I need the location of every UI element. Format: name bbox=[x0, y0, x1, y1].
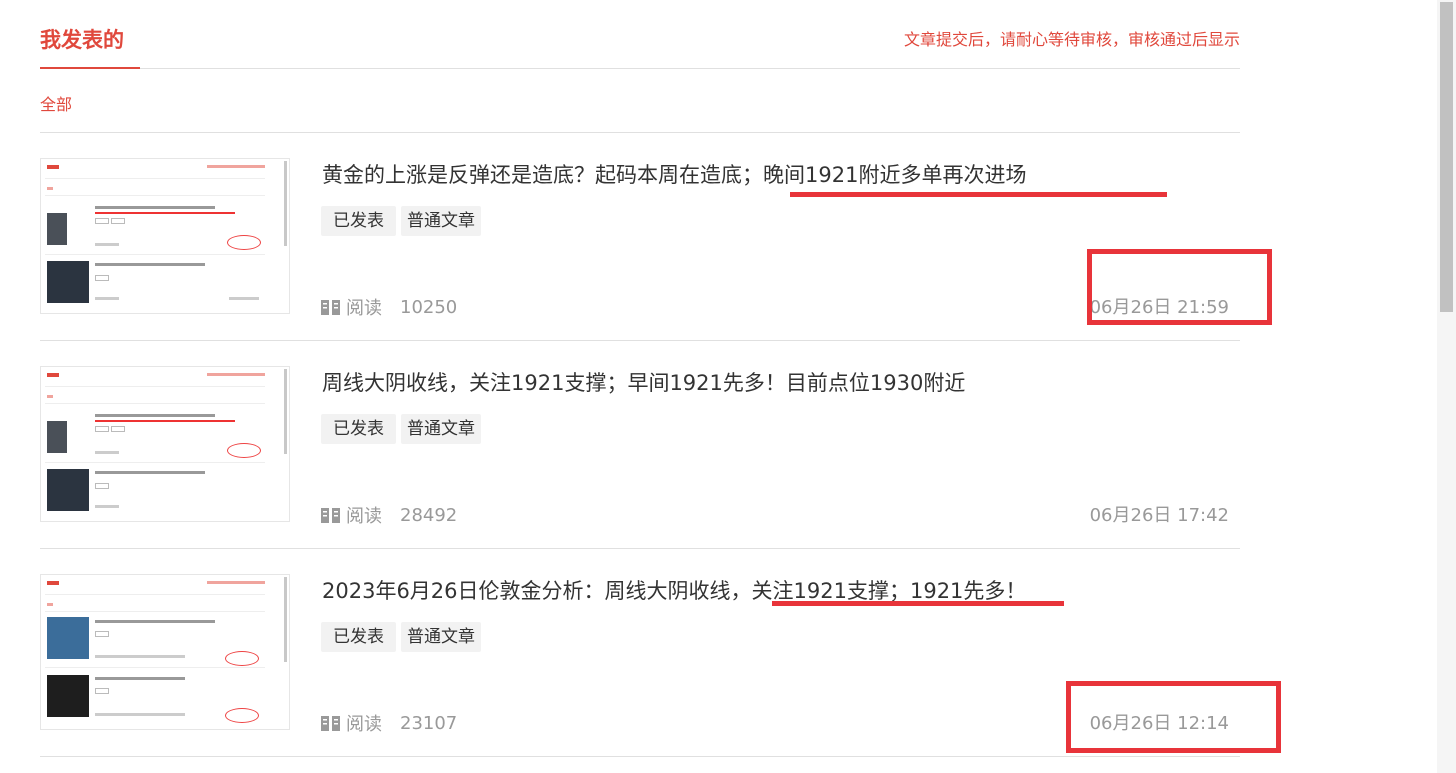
book-icon bbox=[321, 507, 340, 523]
status-badge: 已发表 bbox=[321, 414, 396, 444]
article-title[interactable]: 黄金的上涨是反弹还是造底？起码本周在造底；晚间1921附近多单再次进场 bbox=[322, 159, 1026, 189]
my-published-page: 我发表的 文章提交后，请耐心等待审核，审核通过后显示 全部 黄金的上涨是反弹还是… bbox=[40, 0, 1240, 757]
article-item[interactable]: 2023年6月26日伦敦金分析：周线大阴收线，关注1921支撑；1921先多！ … bbox=[40, 549, 1240, 757]
status-badge: 已发表 bbox=[321, 206, 396, 236]
article-tags: 已发表 普通文章 bbox=[321, 206, 481, 236]
book-icon bbox=[321, 299, 340, 315]
filter-bar: 全部 bbox=[40, 69, 1240, 133]
filter-all-tab[interactable]: 全部 bbox=[40, 91, 72, 115]
read-value: 10250 bbox=[400, 296, 458, 318]
review-notice: 文章提交后，请耐心等待审核，审核通过后显示 bbox=[903, 30, 1240, 49]
article-item[interactable]: 黄金的上涨是反弹还是造底？起码本周在造底；晚间1921附近多单再次进场 已发表 … bbox=[40, 133, 1240, 341]
article-thumbnail[interactable] bbox=[40, 366, 290, 522]
book-icon bbox=[321, 715, 340, 731]
read-count: 阅读 10250 bbox=[321, 294, 457, 320]
annotation-underline bbox=[790, 192, 1167, 197]
publish-time: 06月26日 17:42 bbox=[1089, 505, 1229, 526]
page-scrollbar[interactable] bbox=[1437, 0, 1456, 773]
annotation-box bbox=[1066, 681, 1281, 753]
article-thumbnail[interactable] bbox=[40, 574, 290, 730]
read-count: 阅读 23107 bbox=[321, 710, 457, 736]
read-value: 28492 bbox=[400, 504, 458, 526]
article-thumbnail[interactable] bbox=[40, 158, 290, 314]
read-label: 阅读 bbox=[346, 298, 382, 319]
page-title[interactable]: 我发表的 bbox=[40, 24, 124, 54]
page-header: 我发表的 文章提交后，请耐心等待审核，审核通过后显示 bbox=[40, 0, 1240, 69]
status-badge: 已发表 bbox=[321, 622, 396, 652]
read-value: 23107 bbox=[400, 712, 458, 734]
annotation-box bbox=[1087, 249, 1272, 325]
article-title[interactable]: 周线大阴收线，关注1921支撑；早间1921先多！目前点位1930附近 bbox=[322, 367, 965, 397]
annotation-underline bbox=[772, 601, 1064, 606]
read-label: 阅读 bbox=[346, 506, 382, 527]
read-label: 阅读 bbox=[346, 714, 382, 735]
article-tags: 已发表 普通文章 bbox=[321, 414, 481, 444]
read-count: 阅读 28492 bbox=[321, 502, 457, 528]
type-badge: 普通文章 bbox=[401, 206, 481, 236]
article-tags: 已发表 普通文章 bbox=[321, 622, 481, 652]
scrollbar-thumb[interactable] bbox=[1440, 2, 1453, 312]
type-badge: 普通文章 bbox=[401, 414, 481, 444]
type-badge: 普通文章 bbox=[401, 622, 481, 652]
article-item[interactable]: 周线大阴收线，关注1921支撑；早间1921先多！目前点位1930附近 已发表 … bbox=[40, 341, 1240, 549]
